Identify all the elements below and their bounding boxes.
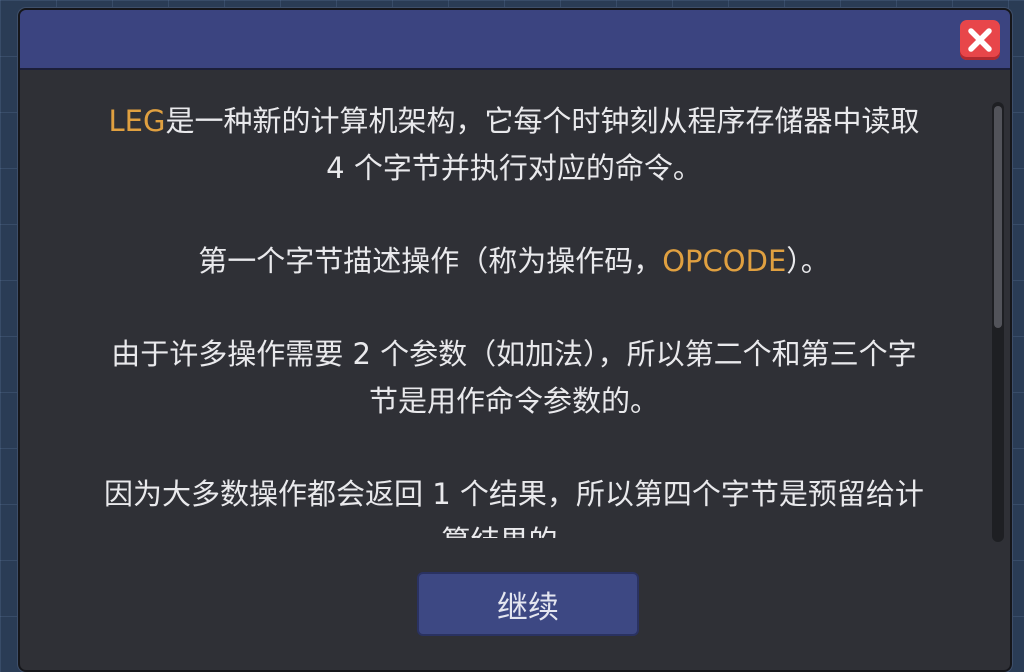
scrollbar-thumb[interactable] <box>994 106 1002 328</box>
text-line: 4 个字节并执行对应的命令。 <box>48 145 980 192</box>
text-segment: 4 个字节并执行对应的命令。 <box>326 151 702 185</box>
description-paragraph: 第一个字节描述操作（称为操作码，OPCODE）。 <box>48 238 980 285</box>
text-segment: 因为大多数操作都会返回 1 个结果，所以第四个字节是预留给计 <box>104 477 924 511</box>
text-segment: 节是用作命令参数的。 <box>368 384 659 418</box>
info-dialog: LEG是一种新的计算机架构，它每个时钟刻从程序存储器中读取 4 个字节并执行对应的… <box>18 8 1012 672</box>
close-icon <box>967 27 993 53</box>
highlighted-term: LEG <box>108 104 166 138</box>
text-segment: 算结果的。 <box>441 524 586 538</box>
description-paragraph: LEG是一种新的计算机架构，它每个时钟刻从程序存储器中读取 4 个字节并执行对应的… <box>48 98 980 192</box>
description-paragraph: 因为大多数操作都会返回 1 个结果，所以第四个字节是预留给计算结果的。 <box>48 471 980 538</box>
dialog-text-area: LEG是一种新的计算机架构，它每个时钟刻从程序存储器中读取 4 个字节并执行对应的… <box>48 98 980 538</box>
text-line: LEG是一种新的计算机架构，它每个时钟刻从程序存储器中读取 <box>48 98 980 145</box>
text-line: 节是用作命令参数的。 <box>48 378 980 425</box>
text-segment: 是一种新的计算机架构，它每个时钟刻从程序存储器中读取 <box>165 104 920 138</box>
text-segment: 第一个字节描述操作（称为操作码， <box>198 244 663 278</box>
text-line: 算结果的。 <box>48 518 980 538</box>
dialog-titlebar <box>20 10 1010 70</box>
text-segment: 由于许多操作需要 2 个参数（如加法），所以第二个和第三个字 <box>111 337 917 371</box>
text-segment: ）。 <box>786 244 830 278</box>
text-line: 因为大多数操作都会返回 1 个结果，所以第四个字节是预留给计 <box>48 471 980 518</box>
highlighted-term: OPCODE <box>662 244 787 278</box>
continue-button[interactable]: 继续 <box>417 572 639 636</box>
close-button[interactable] <box>960 20 1000 60</box>
text-line: 第一个字节描述操作（称为操作码，OPCODE）。 <box>48 238 980 285</box>
scrollbar[interactable] <box>992 102 1004 542</box>
description-paragraph: 由于许多操作需要 2 个参数（如加法），所以第二个和第三个字 节是用作命令参数的。 <box>48 331 980 425</box>
text-line: 由于许多操作需要 2 个参数（如加法），所以第二个和第三个字 <box>48 331 980 378</box>
